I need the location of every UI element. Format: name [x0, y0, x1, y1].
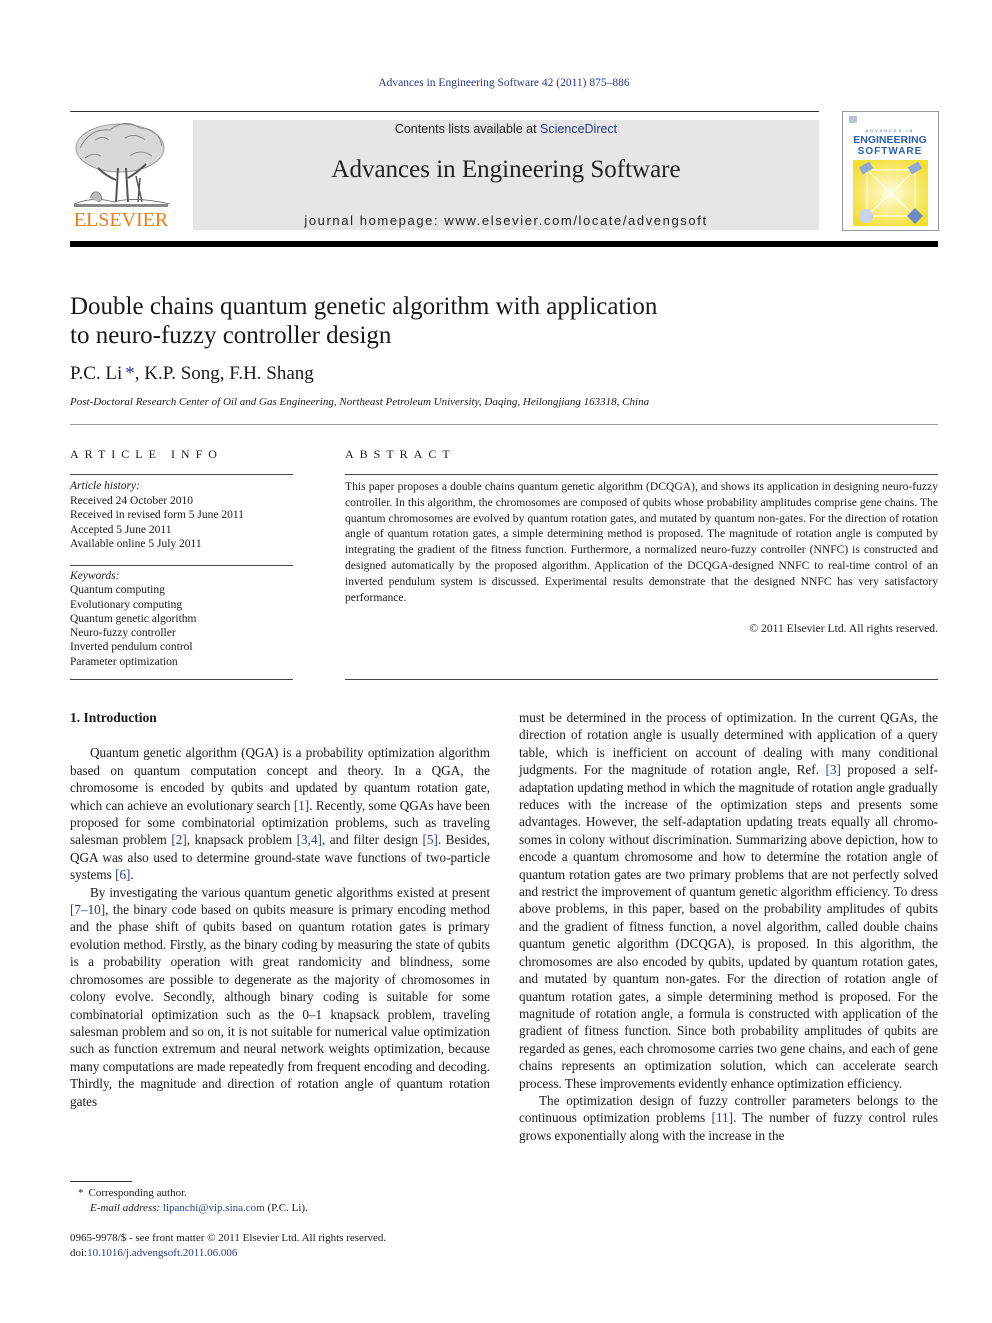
footnote: * Corresponding author. E-mail address: l…: [78, 1186, 308, 1216]
citation-link[interactable]: [5]: [422, 832, 437, 847]
divider: [345, 474, 938, 475]
citation-link[interactable]: [11]: [712, 1110, 733, 1125]
footnote-text: Corresponding author.: [88, 1187, 187, 1199]
email-label: E-mail address:: [90, 1202, 163, 1214]
history-label: Article history:: [70, 480, 140, 492]
citation-link[interactable]: [6]: [115, 867, 130, 882]
section-heading: 1. Introduction: [70, 710, 157, 725]
other-authors: , K.P. Song, F.H. Shang: [134, 363, 314, 384]
abstract-copyright: © 2011 Elsevier Ltd. All rights reserved…: [749, 622, 938, 635]
paragraph: By investigating the various quantum gen…: [70, 884, 490, 1109]
keyword-item: Quantum computing: [70, 584, 165, 597]
keyword-item: Neuro-fuzzy controller: [70, 627, 176, 640]
citation-link[interactable]: [3,4]: [297, 832, 322, 847]
author-list: P.C. Li *, K.P. Song, F.H. Shang: [70, 363, 314, 385]
citation-link[interactable]: [7–10]: [70, 902, 105, 917]
journal-cover-thumbnail[interactable]: ADVANCES IN ENGINEERING SOFTWARE: [842, 111, 939, 231]
issn-line: 0965-9978/$ - see front matter © 2011 El…: [70, 1232, 387, 1244]
elsevier-wordmark: ELSEVIER: [73, 209, 169, 231]
article-history: Article history: Received 24 October 201…: [70, 479, 244, 552]
doi-prefix: doi:: [70, 1247, 88, 1259]
keyword-item: Evolutionary computing: [70, 598, 183, 611]
contents-prefix: Contents lists available at: [394, 122, 541, 136]
article-info-heading: ARTICLE INFO: [70, 447, 223, 461]
sciencedirect-link[interactable]: ScienceDirect: [540, 122, 617, 136]
journal-title: Advances in Engineering Software: [331, 156, 681, 183]
footnote-rule: [70, 1181, 132, 1182]
doi-line: doi:10.1016/j.advengsoft.2011.06.006: [70, 1246, 386, 1261]
body-column-right: must be determined in the process of opt…: [519, 709, 938, 1144]
abstract-text: This paper proposes a double chains quan…: [345, 480, 938, 604]
divider: [70, 679, 293, 680]
divider: [345, 679, 938, 680]
cover-title-line1: ENGINEERING: [853, 134, 927, 146]
corresponding-author-mark[interactable]: *: [125, 363, 135, 384]
affiliation: Post-Doctoral Research Center of Oil and…: [70, 396, 650, 408]
journal-homepage[interactable]: journal homepage: www.elsevier.com/locat…: [193, 213, 819, 228]
journal-masthead: Contents lists available at ScienceDirec…: [193, 120, 819, 230]
doi-link[interactable]: 10.1016/j.advengsoft.2011.06.006: [87, 1247, 237, 1259]
email-suffix: (P.C. Li).: [264, 1202, 308, 1214]
divider: [70, 424, 938, 425]
email-note: E-mail address: lipanchi@vip.sina.com (P…: [78, 1201, 308, 1216]
corresponding-author-note: * Corresponding author.: [78, 1186, 308, 1201]
journal-reference-link[interactable]: Advances in Engineering Software 42 (201…: [0, 77, 992, 89]
issn-doi-block: 0965-9978/$ - see front matter © 2011 El…: [70, 1231, 386, 1261]
keyword-item: Parameter optimization: [70, 655, 178, 668]
paragraph: The optimization design of fuzzy control…: [519, 1092, 938, 1143]
history-item: Accepted 5 June 2011: [70, 523, 172, 536]
title-line-1: Double chains quantum genetic algorithm …: [70, 293, 658, 320]
citation-link[interactable]: [1]: [294, 798, 309, 813]
paragraph: must be determined in the process of opt…: [519, 710, 938, 1091]
citation-link[interactable]: [3]: [825, 762, 840, 777]
keyword-item: Quantum genetic algorithm: [70, 612, 197, 625]
cover-title-line2: SOFTWARE: [858, 146, 923, 157]
elsevier-logo[interactable]: ELSEVIER: [70, 118, 172, 232]
paper-title: Double chains quantum genetic algorithm …: [70, 292, 770, 350]
elsevier-tree-icon: [73, 123, 171, 207]
cover-small-line: ADVANCES IN: [866, 128, 915, 133]
keywords: Keywords: Quantum computing Evolutionary…: [70, 569, 196, 669]
keyword-item: Inverted pendulum control: [70, 641, 193, 654]
header-rule: [70, 111, 819, 112]
header-thick-rule: [70, 241, 938, 247]
title-line-2: to neuro-fuzzy controller design: [70, 322, 392, 349]
history-item: Available online 5 July 2011: [70, 538, 202, 550]
author-name: P.C. Li: [70, 363, 123, 384]
footnote-mark: *: [78, 1187, 84, 1199]
contents-line: Contents lists available at ScienceDirec…: [193, 122, 819, 136]
divider: [70, 474, 293, 475]
journal-cover-icon: ADVANCES IN ENGINEERING SOFTWARE: [849, 116, 928, 226]
citation-link[interactable]: [2]: [171, 832, 186, 847]
keywords-label: Keywords:: [70, 570, 120, 582]
abstract-heading: ABSTRACT: [345, 447, 456, 461]
history-item: Received in revised form 5 June 2011: [70, 509, 244, 521]
history-item: Received 24 October 2010: [70, 494, 193, 507]
body-column-left: 1. Introduction Quantum genetic algorith…: [70, 709, 490, 1110]
divider: [70, 565, 293, 566]
email-link[interactable]: lipanchi@vip.sina.com: [163, 1202, 265, 1214]
paragraph: Quantum genetic algorithm (QGA) is a pro…: [70, 745, 490, 883]
